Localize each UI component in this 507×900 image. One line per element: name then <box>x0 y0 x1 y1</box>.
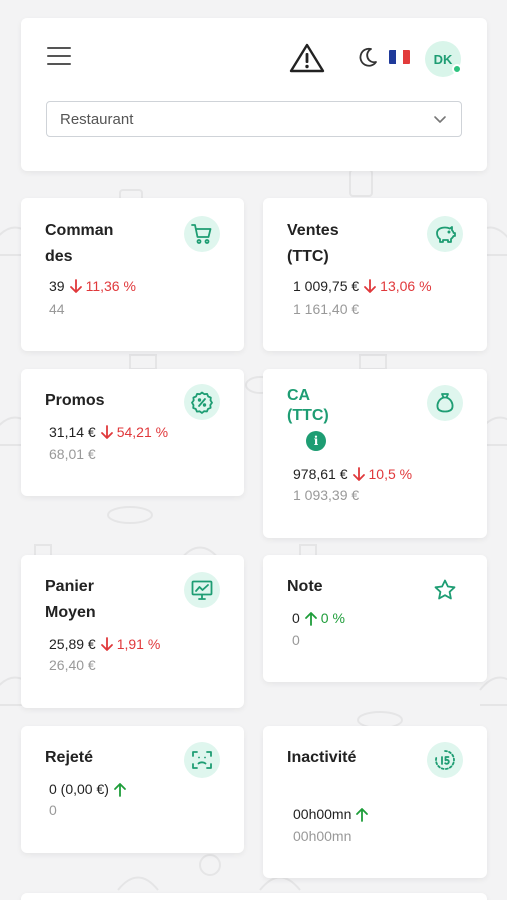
current-value: 25,89 € <box>49 636 96 652</box>
arrow-up-icon <box>114 782 126 797</box>
arrow-down-icon <box>352 466 365 481</box>
star-icon <box>427 572 463 608</box>
change-percent: 10,5 % <box>368 466 413 482</box>
card-title: Promos <box>45 392 105 409</box>
warning-icon[interactable] <box>289 43 325 73</box>
store-select-value: Restaurant <box>60 110 134 128</box>
current-value: 31,14 € <box>49 424 96 440</box>
cart-icon <box>184 216 220 252</box>
previous-value: 44 <box>49 301 65 317</box>
value-row: 1 009,75 € 13,06 % <box>293 278 432 294</box>
card-title: CA (TTC) <box>287 387 329 424</box>
chevron-down-icon <box>434 116 446 123</box>
value-row: 31,14 € 54,21 % <box>49 424 168 440</box>
arrow-up-icon <box>356 807 369 822</box>
discount-badge-icon <box>184 384 220 420</box>
french-flag-icon[interactable] <box>389 50 410 64</box>
previous-value: 00h00mn <box>293 828 352 844</box>
card-ca-ttc[interactable]: CA (TTC) i 978,61 € 10,5 % 1 093,39 € <box>263 369 487 538</box>
previous-value: 0 <box>49 802 57 818</box>
arrow-down-icon <box>100 636 113 651</box>
card-promos[interactable]: Promos 31,14 € 54,21 % 68,01 € <box>21 369 244 496</box>
online-status-dot <box>452 64 462 74</box>
value-row: 0 (0,00 €) <box>49 781 130 797</box>
top-bar: DK <box>21 18 487 96</box>
card-title: Panier Moyen <box>45 578 96 621</box>
next-card-partial <box>21 893 487 900</box>
previous-value: 0 <box>292 632 300 648</box>
card-title: Note <box>287 578 323 595</box>
card-rejete[interactable]: Rejeté 0 (0,00 €) 0 <box>21 726 244 853</box>
current-value: 0 <box>292 610 300 626</box>
header-card: DK Restaurant <box>21 18 487 171</box>
card-note[interactable]: Note 0 0 % 0 <box>263 555 487 682</box>
chart-monitor-icon <box>184 572 220 608</box>
card-panier-moyen[interactable]: Panier Moyen 25,89 € 1,91 % 26,40 € <box>21 555 244 708</box>
menu-icon[interactable] <box>47 47 71 65</box>
current-value: 978,61 € <box>293 466 348 482</box>
card-inactivite[interactable]: Inactivité 00h00mn 00h00mn <box>263 726 487 878</box>
arrow-down-icon <box>100 424 113 439</box>
change-percent: 0 % <box>320 610 345 626</box>
value-row: 978,61 € 10,5 % <box>293 466 412 482</box>
change-percent: 11,36 % <box>85 278 136 294</box>
previous-value: 68,01 € <box>49 446 96 462</box>
current-value: 39 <box>49 278 65 294</box>
current-value: 1 009,75 € <box>293 278 360 294</box>
card-commandes[interactable]: Commandes 39 11,36 % 44 <box>21 198 244 351</box>
avatar[interactable]: DK <box>425 41 462 77</box>
card-title: Commandes <box>45 222 114 265</box>
timer-15-icon <box>427 742 463 778</box>
card-title: Rejeté <box>45 749 94 766</box>
moon-icon[interactable] <box>357 46 379 68</box>
previous-value: 1 161,40 € <box>293 301 360 317</box>
arrow-up-icon <box>304 611 317 626</box>
info-icon[interactable]: i <box>306 431 326 451</box>
previous-value: 26,40 € <box>49 657 96 673</box>
arrow-down-icon <box>69 278 82 293</box>
avatar-initials: DK <box>433 51 453 67</box>
value-row: 25,89 € 1,91 % <box>49 636 160 652</box>
change-percent: 1,91 % <box>116 636 161 652</box>
value-row: 0 0 % <box>292 610 345 626</box>
card-ventes-ttc[interactable]: Ventes (TTC) 1 009,75 € 13,06 % 1 161,40… <box>263 198 487 351</box>
current-value: 00h00mn <box>293 806 352 822</box>
money-bag-icon <box>427 385 463 421</box>
change-percent: 54,21 % <box>116 424 169 440</box>
change-percent: 13,06 % <box>380 278 432 294</box>
previous-value: 1 093,39 € <box>293 487 360 503</box>
card-title: Ventes (TTC) <box>287 222 339 265</box>
store-select[interactable]: Restaurant <box>46 101 462 137</box>
value-row: 39 11,36 % <box>49 278 136 294</box>
piggy-bank-icon <box>427 216 463 252</box>
current-value: 0 (0,00 €) <box>49 781 109 797</box>
value-row: 00h00mn <box>293 806 372 822</box>
arrow-down-icon <box>364 278 377 293</box>
card-title: Inactivité <box>287 749 357 766</box>
scan-face-icon <box>184 742 220 778</box>
